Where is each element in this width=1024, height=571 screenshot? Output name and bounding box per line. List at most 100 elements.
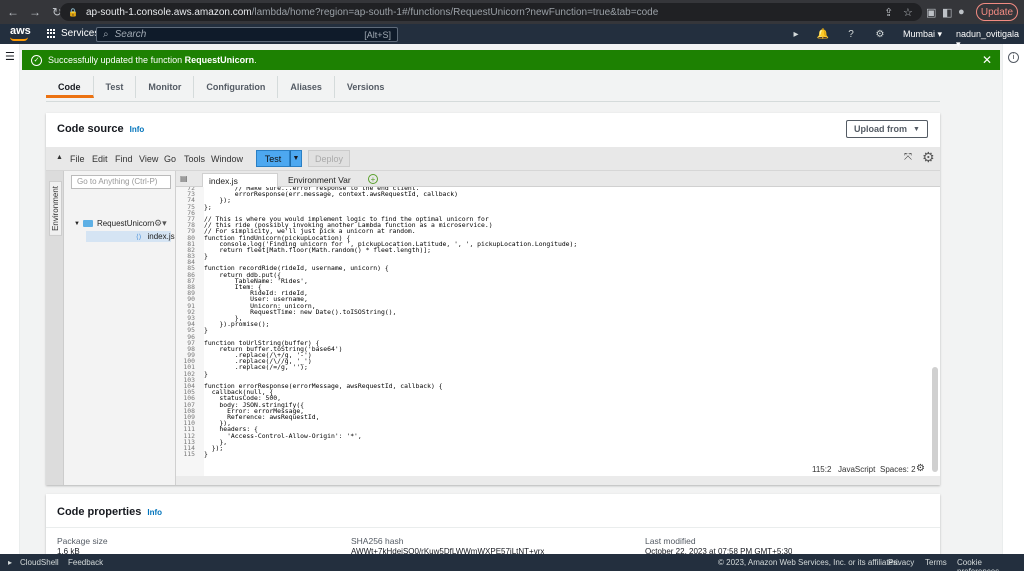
url-path: /lambda/home?region=ap-south-1#/function… [251, 6, 659, 18]
function-tabs: Code Test Monitor Configuration Aliases … [46, 76, 396, 100]
environment-rail: Environment [46, 171, 64, 485]
hamburger-menu-icon[interactable]: ☰ [5, 50, 15, 63]
expand-triangle-icon: ▼ [74, 220, 80, 227]
indent-setting[interactable]: Spaces: 2 [880, 465, 916, 474]
editor-tab-index[interactable]: index.js [202, 173, 278, 187]
code-editor[interactable]: 72 // Make sure...error response to the … [176, 187, 940, 476]
ide-menubar: ▲ File Edit Find View Go Tools Window Te… [46, 147, 940, 171]
share-icon[interactable]: ⇪ [884, 3, 893, 21]
cloudshell-icon[interactable]: ▸ [790, 28, 802, 40]
terms-link[interactable]: Terms [925, 558, 947, 567]
aws-logo[interactable]: aws [10, 26, 31, 41]
line-text: return fleet[Math.floor(Math.random() * … [204, 245, 432, 254]
package-size-label: Package size [57, 536, 108, 546]
editor-settings-gear-icon[interactable]: ⚙ [916, 463, 925, 474]
code-line: 115} [176, 450, 940, 459]
last-modified-value: October 22, 2023 at 07:58 PM GMT+5:30 [645, 547, 793, 554]
menu-view[interactable]: View [139, 154, 158, 164]
aws-top-nav: aws Services ⌕ Search [Alt+S] ▸ 🔔 ? ⚙ Mu… [0, 24, 1024, 49]
extensions-icon[interactable]: ▣ [926, 3, 936, 21]
upload-from-button[interactable]: Upload from ▼ [846, 120, 928, 138]
line-text: } [204, 450, 208, 459]
bookmark-star-icon[interactable]: ☆ [903, 3, 913, 21]
privacy-link[interactable]: Privacy [888, 558, 914, 567]
collapse-triangle-icon[interactable]: ▲ [56, 154, 63, 161]
caret-down-icon: ▼ [913, 125, 920, 133]
code-properties-title: Code properties Info [57, 506, 163, 518]
notifications-icon[interactable]: 🔔 [817, 28, 829, 40]
tab-aliases[interactable]: Aliases [278, 76, 335, 98]
sidebar-icon[interactable]: ◧ [942, 3, 952, 21]
region-selector[interactable]: Mumbai ▾ [903, 29, 942, 40]
tab-test[interactable]: Test [94, 76, 137, 98]
line-text: .replace(/=/g, ''); [204, 363, 308, 372]
code-properties-panel: Code properties Info Package size 1.6 kB … [46, 494, 940, 554]
tree-file[interactable]: ⟨⟩ index.js [136, 232, 175, 241]
environment-tab[interactable]: Environment [49, 181, 62, 236]
menu-go[interactable]: Go [164, 154, 176, 164]
deploy-button[interactable]: Deploy [308, 150, 350, 167]
props-divider [46, 527, 940, 528]
test-dropdown-icon[interactable]: ▼ [290, 150, 302, 167]
profile-avatar[interactable]: ● [958, 3, 965, 21]
url-domain: ap-south-1.console.aws.amazon.com [85, 6, 252, 18]
cloud9-ide: ▲ File Edit Find View Go Tools Window Te… [46, 147, 940, 485]
update-button[interactable]: Update [976, 3, 1018, 21]
feedback-link[interactable]: Feedback [68, 558, 103, 567]
language-mode[interactable]: JavaScript [838, 465, 875, 474]
editor-tab-env-vars[interactable]: Environment Var [282, 173, 366, 187]
line-text: }).promise(); [204, 320, 270, 329]
cursor-position: 115:2 [812, 465, 832, 474]
flash-message: Successfully updated the function Reques… [48, 55, 257, 65]
copyright-text: © 2023, Amazon Web Services, Inc. or its… [718, 558, 900, 567]
forward-icon[interactable]: → [26, 3, 44, 21]
settings-gear-icon[interactable]: ⚙ [874, 28, 886, 40]
grid-icon [47, 29, 56, 38]
menu-file[interactable]: File [70, 154, 85, 164]
menu-window[interactable]: Window [211, 154, 243, 164]
editor-scrollbar[interactable] [932, 367, 938, 472]
goto-anything-input[interactable]: Go to Anything (Ctrl-P) [71, 175, 171, 189]
cloudshell-link[interactable]: CloudShell [20, 558, 59, 567]
left-nav-rail: ☰ [0, 44, 20, 554]
info-link[interactable]: Info [130, 125, 145, 134]
fullscreen-icon[interactable]: ⤧ [904, 152, 912, 163]
code-source-panel: Code source Info Upload from ▼ ▲ File Edit… [46, 113, 940, 485]
code-properties-info-link[interactable]: Info [147, 508, 162, 517]
console-footer: ▸ CloudShell Feedback © 2023, Amazon Web… [0, 554, 1024, 571]
browser-toolbar: ← → ↻ 🔒 ap-south-1.console.aws.amazon.co… [0, 0, 1024, 24]
ide-settings-gear-icon[interactable]: ⚙ [922, 149, 935, 166]
services-menu[interactable]: Services [47, 28, 99, 39]
last-modified-label: Last modified [645, 536, 696, 546]
tree-folder[interactable]: ▼ RequestUnicorn [74, 219, 154, 228]
search-icon: ⌕ [103, 29, 109, 40]
back-icon[interactable]: ← [4, 3, 22, 21]
info-panel-icon[interactable]: i [1008, 52, 1019, 63]
test-button[interactable]: Test [256, 150, 290, 167]
tab-configuration[interactable]: Configuration [194, 76, 279, 98]
cookie-preferences-link[interactable]: Cookie preferences [957, 558, 1024, 571]
tab-menu-icon[interactable]: ▤ [180, 174, 188, 183]
tab-versions[interactable]: Versions [335, 76, 397, 98]
address-bar[interactable]: 🔒 ap-south-1.console.aws.amazon.com/lamb… [60, 3, 922, 21]
sha256-value: AWWt+7kHdeiSO0/rKuw5DfLWWmWXPE57iLtNT+vr… [351, 547, 545, 554]
cloudshell-footer-icon[interactable]: ▸ [8, 558, 12, 567]
success-flashbar: ✓ Successfully updated the function Requ… [22, 50, 1000, 70]
help-icon[interactable]: ? [845, 28, 857, 40]
search-input[interactable]: ⌕ Search [Alt+S] [96, 27, 398, 42]
tabs-divider [46, 101, 940, 102]
menu-edit[interactable]: Edit [92, 154, 108, 164]
code-lines: 72 // Make sure...error response to the … [176, 187, 940, 457]
right-info-rail: i [1002, 44, 1024, 554]
tab-monitor[interactable]: Monitor [136, 76, 195, 98]
tab-code[interactable]: Code [46, 76, 94, 98]
tree-gear-icon[interactable]: ⚙▾ [154, 218, 167, 229]
folder-icon [82, 220, 93, 227]
menu-tools[interactable]: Tools [184, 154, 205, 164]
add-tab-icon[interactable]: + [368, 174, 378, 184]
close-icon[interactable]: ✕ [982, 53, 992, 67]
line-text: errorResponse(err.message, context.awsRe… [204, 190, 458, 199]
js-file-icon: ⟨⟩ [136, 233, 142, 241]
editor-tabbar: ▤ index.js Environment Var + [176, 171, 940, 187]
menu-find[interactable]: Find [115, 154, 133, 164]
